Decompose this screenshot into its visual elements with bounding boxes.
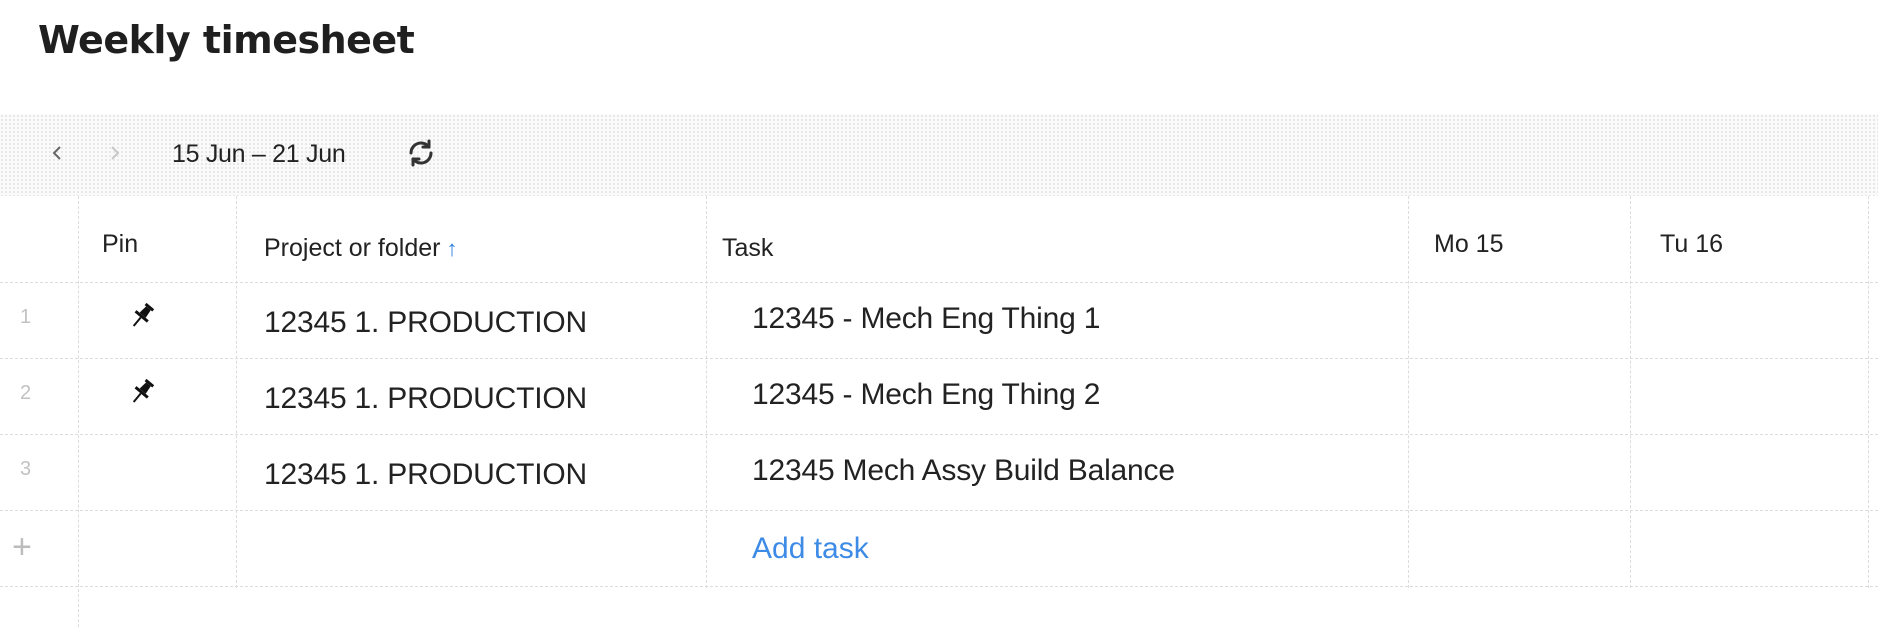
grid-line	[0, 586, 1878, 587]
grid-line	[236, 196, 237, 588]
add-row-icon[interactable]: +	[12, 528, 32, 567]
timesheet-grid: Pin Project or folder ↑ Task Mo 15 Tu 16…	[0, 196, 1878, 627]
grid-line	[0, 434, 1878, 435]
page-title: Weekly timesheet	[38, 18, 415, 62]
chevron-left-icon	[52, 146, 61, 160]
task-cell[interactable]: 12345 Mech Assy Build Balance	[752, 454, 1175, 488]
column-header-pin[interactable]: Pin	[102, 230, 138, 259]
grid-line	[1408, 196, 1409, 588]
grid-line	[1630, 196, 1631, 588]
grid-line	[0, 510, 1878, 511]
row-number: 1	[20, 306, 32, 328]
task-cell[interactable]: 12345 - Mech Eng Thing 1	[752, 302, 1100, 336]
add-task-link[interactable]: Add task	[752, 532, 869, 566]
grid-line	[0, 358, 1878, 359]
project-cell[interactable]: 12345 1. PRODUCTION	[264, 382, 587, 416]
date-range[interactable]: 15 Jun – 21 Jun	[172, 140, 346, 169]
pin-icon[interactable]	[126, 376, 158, 408]
project-cell[interactable]: 12345 1. PRODUCTION	[264, 458, 587, 492]
timesheet-toolbar: 15 Jun – 21 Jun	[0, 114, 1878, 196]
grid-line	[1868, 196, 1869, 588]
grid-line	[706, 196, 707, 588]
column-header-project-label: Project or folder	[264, 234, 441, 262]
refresh-button[interactable]	[402, 134, 440, 172]
row-number: 2	[20, 382, 32, 404]
refresh-icon	[409, 139, 433, 167]
task-cell[interactable]: 12345 - Mech Eng Thing 2	[752, 378, 1100, 412]
column-header-project[interactable]: Project or folder ↑	[264, 234, 457, 263]
column-header-tuesday[interactable]: Tu 16	[1660, 230, 1723, 259]
pin-icon[interactable]	[126, 300, 158, 332]
project-cell[interactable]: 12345 1. PRODUCTION	[264, 306, 587, 340]
row-number: 3	[20, 458, 32, 480]
grid-line	[0, 282, 1878, 283]
sort-ascending-icon: ↑	[446, 235, 458, 261]
column-header-task[interactable]: Task	[722, 234, 773, 263]
next-week-button[interactable]	[98, 136, 132, 170]
chevron-right-icon	[111, 146, 120, 160]
column-header-monday[interactable]: Mo 15	[1434, 230, 1503, 259]
previous-week-button[interactable]	[40, 136, 74, 170]
grid-line	[78, 196, 79, 627]
